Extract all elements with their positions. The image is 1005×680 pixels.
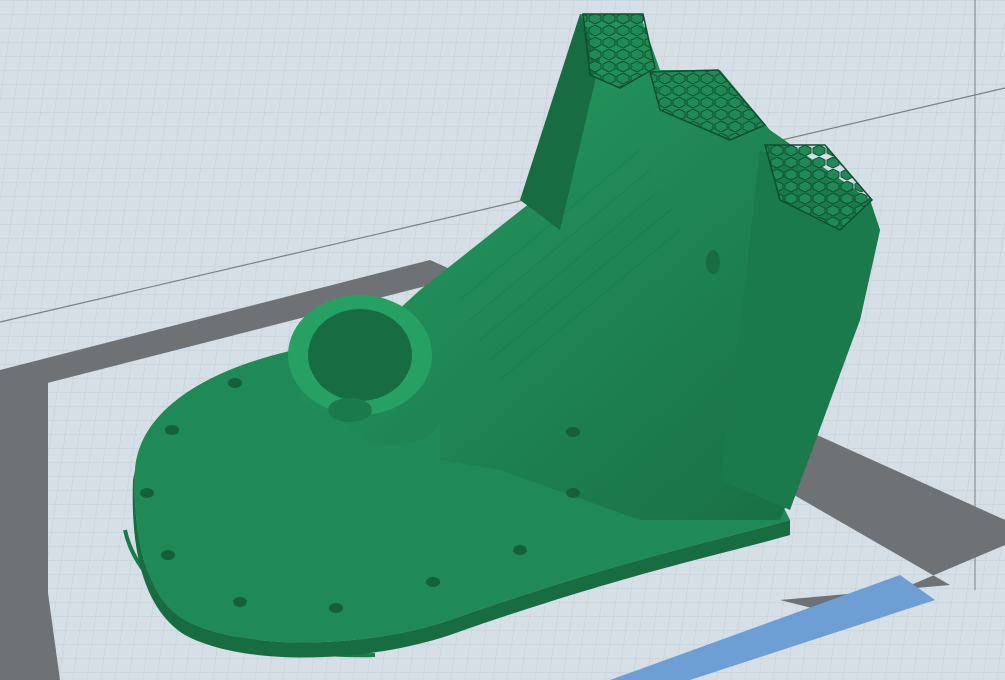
- 3d-viewport[interactable]: [0, 0, 1005, 680]
- model-boss-hole: [308, 309, 412, 401]
- model-side-hole: [706, 250, 720, 274]
- model-boss-inner-hole: [328, 398, 372, 422]
- scene-canvas[interactable]: [0, 0, 1005, 680]
- build-plate-border-left: [20, 380, 48, 680]
